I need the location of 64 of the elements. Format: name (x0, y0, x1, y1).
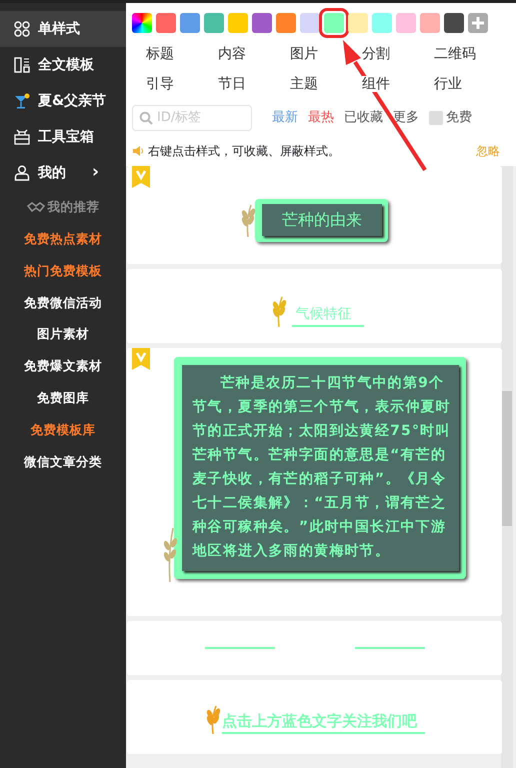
user-icon (14, 165, 30, 181)
category-link[interactable]: 分割 (362, 46, 390, 62)
free-checkbox[interactable]: 免费 (429, 108, 472, 128)
category-link[interactable]: 引导 (146, 76, 174, 92)
sidebar-item[interactable]: 我的 › (0, 155, 126, 191)
color-swatch[interactable] (228, 13, 248, 33)
ribbon-icon (132, 348, 150, 370)
sidebar-link[interactable]: 微信文章分类 (0, 446, 126, 478)
wheat-icon (241, 203, 255, 237)
color-swatch[interactable] (396, 13, 416, 33)
color-swatch[interactable] (156, 13, 176, 33)
add-icon (468, 13, 488, 33)
style-card[interactable]: 芒种是农历二十四节气中的第9个节气，夏季的第三个节气，表示仲夏时节的正式开始；太阳到达黄经75°时叫芒种节气。芒种字面的意思是“有芒的麦子快收，有芒的稻子可种”。《月令七十二侯集解》：“五月节，谓有芒之种谷可稼种矣。”此时中国长江中下游地区将进入多雨的黄梅时节。 (127, 348, 502, 616)
sidebar-link[interactable]: 免费模板库 (0, 414, 126, 446)
sidebar-item[interactable]: 全文模板 (0, 47, 126, 83)
divider-line (204, 647, 274, 649)
cocktail-icon (14, 93, 30, 109)
style-card[interactable]: 芒种的由来 (127, 166, 502, 264)
category-link[interactable]: 行业 (434, 76, 462, 92)
divider-line (354, 647, 424, 649)
color-swatch[interactable] (252, 13, 272, 33)
color-swatch[interactable] (348, 13, 368, 33)
category-link[interactable]: 标题 (146, 46, 174, 62)
color-swatch[interactable] (324, 13, 344, 33)
search-icon (139, 111, 153, 125)
style-card[interactable] (127, 621, 502, 675)
sidebar-item[interactable]: 工具宝箱 (0, 119, 126, 155)
color-swatch[interactable] (300, 13, 320, 33)
notice-text: 右键点击样式，可收藏、屏蔽样式。 (148, 143, 340, 160)
sidebar-link[interactable]: 图片素材 (0, 318, 126, 350)
category-link[interactable]: 节日 (218, 76, 246, 92)
sidebar-link[interactable]: 免费热点素材 (0, 223, 126, 255)
wheat-icon (204, 704, 222, 734)
filter-link[interactable]: 更多 (393, 108, 419, 128)
filter-link[interactable]: 已收藏 (344, 108, 383, 128)
sidebar-heading: 我的推荐 (48, 198, 100, 216)
style-title: 气候特征 (292, 304, 364, 327)
sidebar-link[interactable]: 免费图库 (0, 382, 126, 414)
color-swatch[interactable] (204, 13, 224, 33)
category-link[interactable]: 组件 (362, 76, 390, 92)
ribbon-icon (132, 166, 150, 188)
color-swatch[interactable] (372, 13, 392, 33)
paragraph-text: 芒种是农历二十四节气中的第9个节气，夏季的第三个节气，表示仲夏时节的正式开始；太阳到达黄经75°时叫芒种节气。芒种字面的意思是“有芒的麦子快收，有芒的稻子可种”。《月令七十二侯集解》：“五月节，谓有芒之种谷可稼种矣。”此时中国长江中下游地区将进入多雨的黄梅时节。 (182, 365, 458, 571)
category-link[interactable]: 图片 (290, 46, 318, 62)
toolbox-icon (14, 129, 30, 145)
sidebar-item[interactable]: 单样式 (0, 11, 126, 47)
sidebar-item[interactable]: 夏&父亲节 (0, 83, 126, 119)
color-swatch[interactable] (420, 13, 440, 33)
category-link[interactable]: 内容 (218, 46, 246, 62)
category-link[interactable]: 二维码 (434, 46, 476, 62)
sidebar-link[interactable]: 免费微信活动 (0, 286, 126, 318)
style-title: 点击上方蓝色文字关注我们吧 (222, 710, 425, 734)
category-link[interactable]: 主题 (290, 76, 318, 92)
color-swatch[interactable] (180, 13, 200, 33)
color-swatch[interactable] (444, 13, 464, 33)
layout-icon (14, 57, 30, 73)
sidebar-link[interactable]: 免费爆文素材 (0, 350, 126, 382)
color-swatch[interactable] (276, 13, 296, 33)
rainbow-swatch[interactable] (132, 13, 152, 33)
scrollbar[interactable] (501, 166, 513, 768)
grid-icon (14, 21, 30, 37)
sidebar-link[interactable]: 热门免费模板 (0, 254, 126, 287)
style-title: 芒种的由来 (262, 204, 382, 236)
speaker-icon (132, 145, 144, 157)
